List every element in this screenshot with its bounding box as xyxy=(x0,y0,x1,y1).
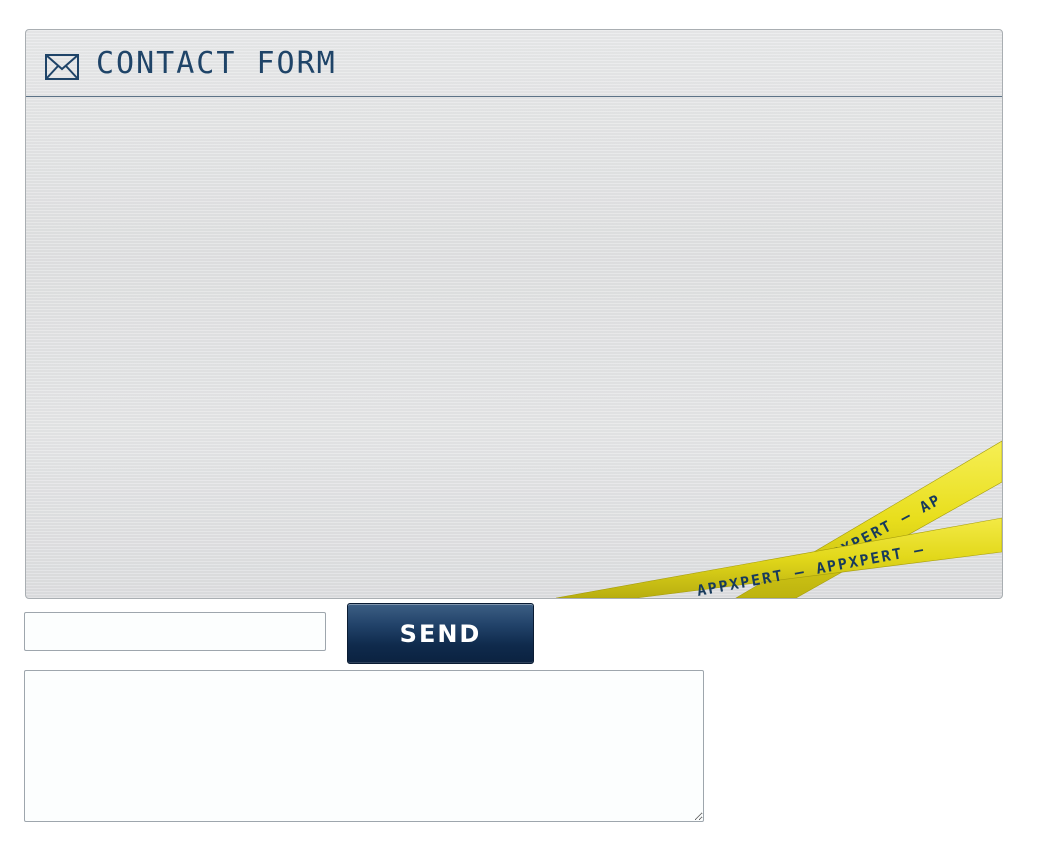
message-textarea[interactable] xyxy=(24,670,704,822)
subject-input[interactable] xyxy=(24,612,326,651)
caution-tape-decoration: APPXPERT – AP APPXPERT – APPXPERT – xyxy=(555,440,1002,598)
contact-form-panel: CONTACT FORM APPXPERT – AP APPXPERT – AP… xyxy=(25,29,1003,599)
send-button[interactable]: SEND xyxy=(347,603,534,664)
